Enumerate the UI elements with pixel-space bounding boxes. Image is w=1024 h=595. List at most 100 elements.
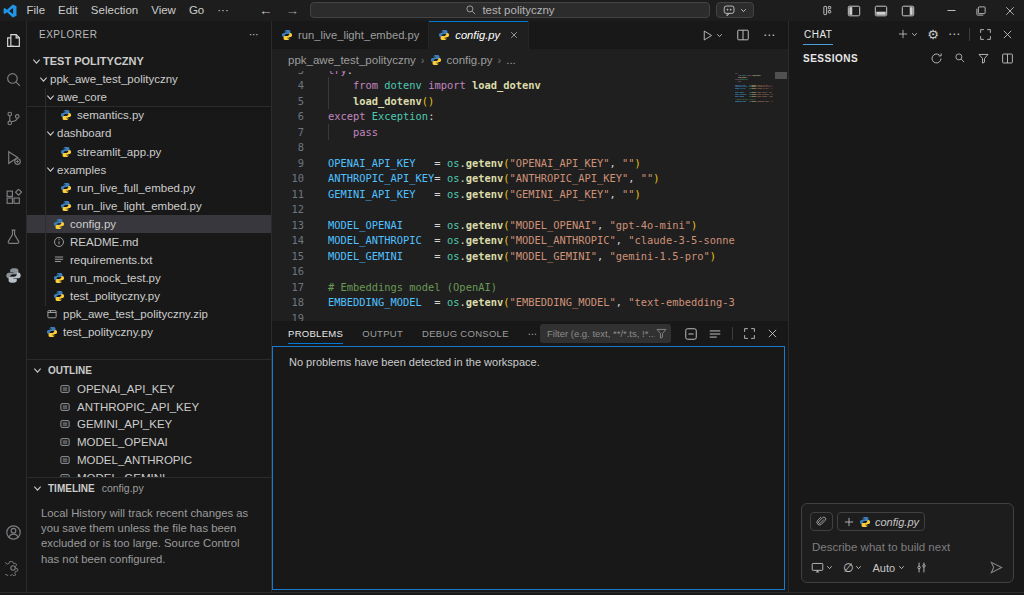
breadcrumb[interactable]: ppk_awe_test_polityczny›config.py›... [272,49,788,71]
code-line[interactable]: 9OPENAI_API_KEY = os.getenv("OPENAI_API_… [272,155,788,171]
tree-item-test-polityczny-py[interactable]: test_polityczny.py [27,323,271,341]
code-editor[interactable]: 3try:4 from dotenv import load_dotenv5 l… [272,71,788,321]
refresh-icon[interactable] [930,52,943,65]
tab-config-py[interactable]: config.py [429,21,529,49]
panel-tab-problems[interactable]: PROBLEMS [288,323,343,344]
tree-item-run-live-full-embed-py[interactable]: run_live_full_embed.py [27,179,271,197]
code-line[interactable]: 5 load_dotenv() [272,93,788,109]
outline-item-gemini_api_key[interactable]: GEMINI_API_KEY [27,416,271,434]
tree-item-test-polityczny-py[interactable]: test_polityczny.py [27,287,271,305]
menu-view[interactable]: View [145,0,183,21]
chat-tab[interactable]: CHAT [803,24,833,45]
outline-header[interactable]: OUTLINE [27,359,271,380]
tab-run-live-light-embed-py[interactable]: run_live_light_embed.py [272,21,429,49]
tree-item-ppk-awe-test-polityczny-zip[interactable]: ppk_awe_test_polityczny.zip [27,305,271,323]
source-control-icon[interactable] [0,104,26,134]
chat-input-box[interactable]: config.py Describe what to build next ∅ … [801,503,1014,583]
copilot-button[interactable] [716,2,754,18]
tree-item-dashboard[interactable]: dashboard [27,124,271,142]
run-debug-icon[interactable] [0,143,26,173]
outline-item-model_anthropic[interactable]: MODEL_ANTHROPIC [27,451,271,469]
tree-item-test-polityczny[interactable]: TEST POLITYCZNY [27,52,271,70]
code-line[interactable]: 4 from dotenv import load_dotenv [272,78,788,94]
code-line[interactable]: 17# Embeddings model (OpenAI) [272,279,788,295]
menu-go[interactable]: Go [182,0,210,21]
tree-item-run-mock-test-py[interactable]: run_mock_test.py [27,269,271,287]
code-line[interactable]: 16 [272,264,788,280]
outline-item-anthropic_api_key[interactable]: ANTHROPIC_API_KEY [27,398,271,416]
tree-item-run-live-light-embed-py[interactable]: run_live_light_embed.py [27,197,271,215]
tools-icon[interactable] [915,561,928,574]
new-chat-button[interactable] [897,28,918,40]
explorer-icon[interactable] [0,25,26,55]
command-center-search[interactable]: test polityczny [310,2,710,18]
menu-file[interactable]: File [20,0,52,21]
panel-more-icon[interactable]: ⋯ [528,328,538,339]
menu-more[interactable]: ··· [211,0,236,21]
tree-item-ppk-awe-test-polityczny[interactable]: ppk_awe_test_polityczny [27,70,271,88]
code-line[interactable]: 18EMBEDDING_MODEL = os.getenv("EMBEDDING… [272,295,788,311]
run-python-file-button[interactable] [701,29,723,42]
code-line[interactable]: 10ANTHROPIC_API_KEY= os.getenv("ANTHROPI… [272,171,788,187]
mode-selector[interactable]: ∅ [843,561,862,575]
breadcrumb-item[interactable]: ppk_awe_test_polityczny [288,54,416,66]
sessions-filter-icon[interactable] [977,52,990,65]
problems-filter-input[interactable]: Filter (e.g. text, **/*.ts, !*... [540,324,671,343]
tree-item-examples[interactable]: examples [27,161,271,179]
editor-more-icon[interactable]: ⋯ [763,28,775,42]
outline-item-model_openai[interactable]: MODEL_OPENAI [27,433,271,451]
breadcrumb-item[interactable]: config.py [447,54,493,66]
session-target-selector[interactable] [811,561,833,574]
code-line[interactable]: 13MODEL_OPENAI = os.getenv("MODEL_OPENAI… [272,217,788,233]
minimize-button[interactable] [937,0,966,21]
send-button[interactable] [989,560,1004,575]
panel-tab-debug-console[interactable]: DEBUG CONSOLE [422,323,509,344]
outline-item-openai_api_key[interactable]: OPENAI_API_KEY [27,380,271,398]
editor-scrollbar[interactable] [775,72,787,79]
tree-item-readme-md[interactable]: README.md [27,233,271,251]
outline-item-model_gemini[interactable]: MODEL_GEMINI [27,469,271,477]
tree-item-requirements-txt[interactable]: requirements.txt [27,251,271,269]
tree-item-streamlit-app-py[interactable]: streamlit_app.py [27,142,271,160]
view-as-list-icon[interactable] [708,327,722,341]
close-window-button[interactable] [995,0,1024,21]
close-panel-icon[interactable] [766,327,779,340]
search-icon[interactable] [0,64,26,94]
model-selector[interactable]: Auto [872,562,905,574]
panel-tab-output[interactable]: OUTPUT [362,323,403,344]
minimap[interactable]: 3try:4 from dotenv import load_dotenv5 l… [735,71,773,321]
collapse-all-icon[interactable] [684,327,698,341]
code-line[interactable]: 8 [272,140,788,156]
chat-more-icon[interactable]: ⋯ [948,27,960,41]
extensions-icon[interactable] [0,182,26,212]
forward-arrow-icon[interactable]: → [286,3,300,18]
maximize-button[interactable] [966,0,995,21]
code-line[interactable]: 11GEMINI_API_KEY = os.getenv("GEMINI_API… [272,186,788,202]
testing-icon[interactable] [0,222,26,252]
menu-selection[interactable]: Selection [84,0,144,21]
toggle-secondary-sidebar-icon[interactable] [901,4,915,18]
toggle-sidebar-icon[interactable] [847,4,861,18]
code-line[interactable]: 15MODEL_GEMINI = os.getenv("MODEL_GEMINI… [272,248,788,264]
explorer-more-icon[interactable]: ⋯ [249,29,259,40]
close-chat-icon[interactable] [1001,28,1014,41]
python-icon[interactable] [0,261,26,291]
menu-edit[interactable]: Edit [52,0,85,21]
sessions-split-icon[interactable] [1001,52,1014,65]
customize-layout-icon[interactable] [821,4,834,18]
close-tab-icon[interactable] [509,30,519,40]
tree-item-semantics-py[interactable]: semantics.py [27,106,271,124]
open-chat-in-editor-icon[interactable] [979,28,992,41]
code-line[interactable]: 6except Exception: [272,109,788,125]
timeline-header[interactable]: TIMELINE config.py [27,477,271,498]
breadcrumb-item[interactable]: ... [506,54,516,66]
account-icon[interactable] [0,517,26,547]
code-line[interactable]: 7 pass [272,124,788,140]
back-arrow-icon[interactable]: ← [259,3,273,18]
toggle-panel-icon[interactable] [874,4,888,18]
code-line[interactable]: 14MODEL_ANTHROPIC = os.getenv("MODEL_ANT… [272,233,788,249]
chat-settings-gear-icon[interactable]: ⚙ [927,28,939,41]
sessions-search-icon[interactable] [954,52,966,64]
tree-item-config-py[interactable]: config.py [27,215,271,233]
attached-file-chip[interactable]: config.py [837,512,925,531]
